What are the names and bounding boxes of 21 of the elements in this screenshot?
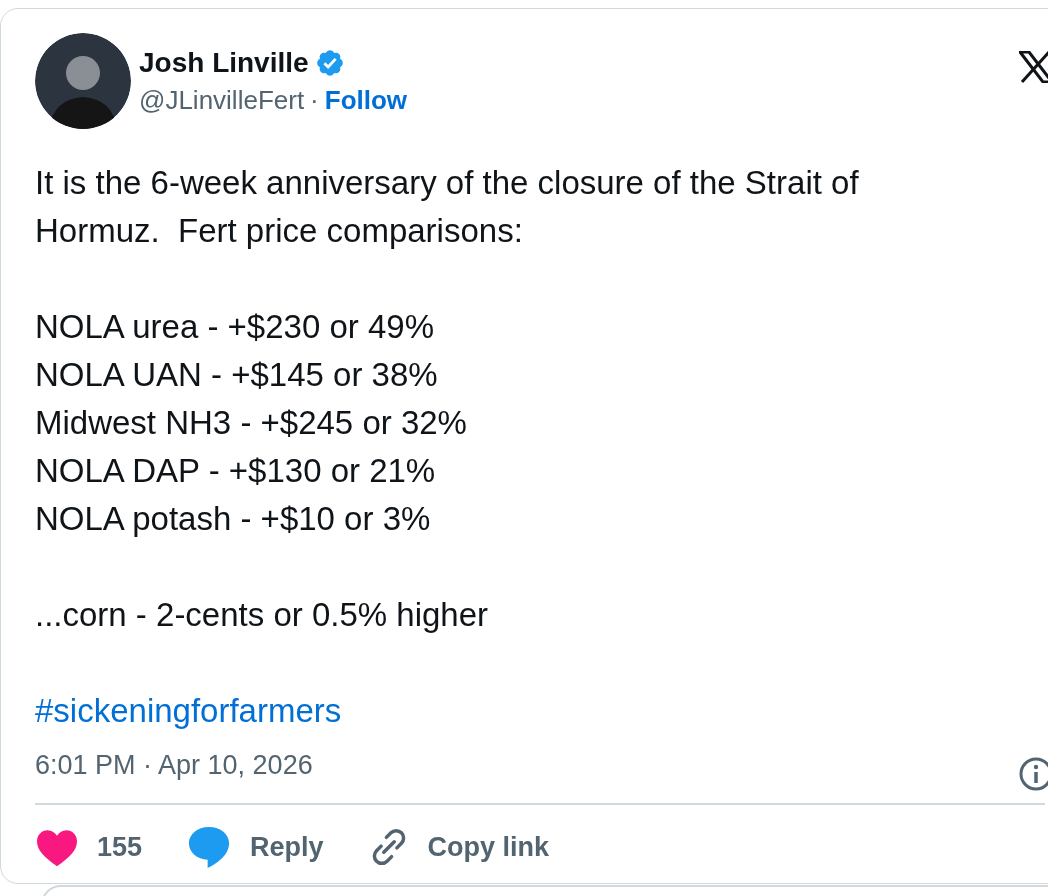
author-handle[interactable]: @JLinvilleFert xyxy=(139,84,305,116)
x-logo-icon[interactable] xyxy=(1019,51,1048,83)
tweet-text-line: NOLA DAP - +$130 or 21% xyxy=(35,451,436,491)
tweet-text-line: It is the 6-week anniversary of the closure of the Strait of xyxy=(35,163,859,203)
follow-link[interactable]: Follow xyxy=(324,84,408,116)
avatar[interactable] xyxy=(35,33,131,129)
tweet-text-line: NOLA potash - +$10 or 3% xyxy=(35,499,431,539)
like-count[interactable]: 155 xyxy=(97,830,143,864)
separator: · xyxy=(310,84,319,116)
tweet-text-line: NOLA UAN - +$145 or 38% xyxy=(35,355,438,395)
tweet-text-line: Midwest NH3 - +$245 or 32% xyxy=(35,403,467,443)
action-label[interactable]: Reply xyxy=(250,830,324,864)
tweet-text-line: NOLA urea - +$230 or 49% xyxy=(35,307,434,347)
timestamp[interactable]: 6:01 PM · Apr 10, 2026 xyxy=(35,747,313,783)
action-label[interactable]: Copy link xyxy=(427,830,550,864)
info-icon[interactable] xyxy=(1019,757,1048,791)
tweet-text-line: Hormuz. Fert price comparisons: xyxy=(35,211,523,251)
author-name[interactable]: Josh Linville xyxy=(139,46,309,80)
hashtag-link[interactable]: #sickeningforfarmers xyxy=(35,687,342,735)
heart-icon[interactable] xyxy=(35,827,79,867)
tweet-text-line: ...corn - 2-cents or 0.5% higher xyxy=(35,595,489,635)
